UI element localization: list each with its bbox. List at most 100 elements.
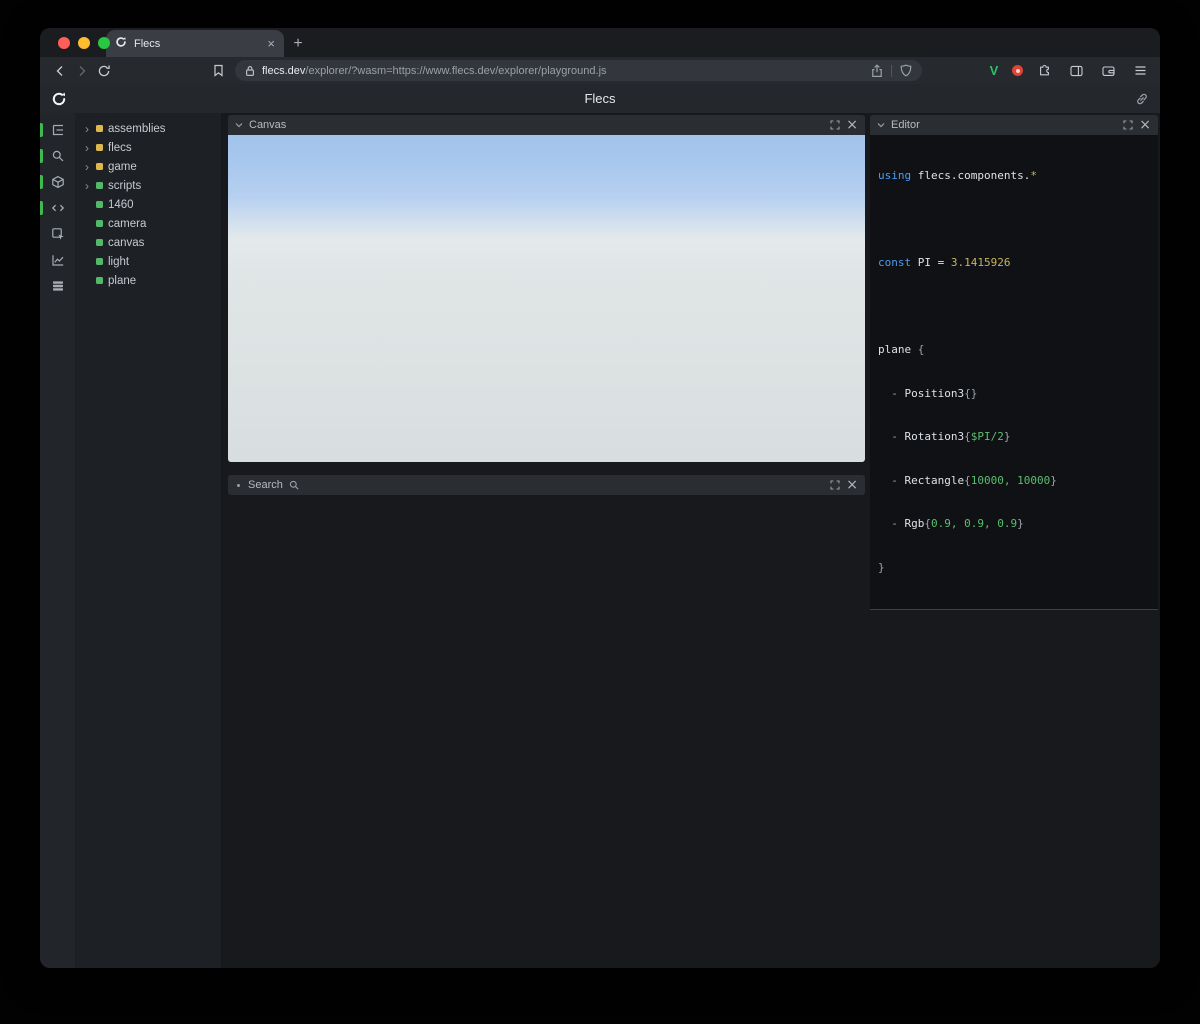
- entity-label: 1460: [108, 198, 134, 211]
- nav-inspector[interactable]: [40, 223, 75, 245]
- nav-code[interactable]: [40, 197, 75, 219]
- editor-panel: Editor × using flecs.components.* const …: [870, 115, 1158, 610]
- tree-item-scripts[interactable]: › scripts: [75, 176, 221, 195]
- close-icon[interactable]: ×: [846, 478, 858, 492]
- maximize-window-button[interactable]: [98, 37, 110, 49]
- nav-search[interactable]: [40, 145, 75, 167]
- browser-window: Flecs × + flecs.dev/explorer/?wasm=https…: [40, 28, 1160, 968]
- browser-tab[interactable]: Flecs ×: [106, 30, 284, 57]
- tab-title: Flecs: [134, 37, 161, 50]
- entity-color-square: [96, 239, 103, 246]
- cube-icon: [51, 175, 64, 189]
- collapsed-bullet-icon[interactable]: [237, 483, 240, 487]
- minimize-window-button[interactable]: [78, 37, 90, 49]
- brave-shield-icon[interactable]: [900, 64, 912, 77]
- app-header: Flecs: [40, 84, 1160, 113]
- app-body: › assemblies › flecs › game › scripts 14…: [40, 113, 1160, 968]
- back-button[interactable]: [49, 60, 71, 82]
- share-icon[interactable]: [871, 63, 883, 78]
- chart-icon: [51, 255, 63, 266]
- active-indicator: [40, 123, 43, 137]
- search-panel-title: Search: [248, 479, 283, 491]
- search-icon: [52, 150, 63, 162]
- entity-label: camera: [108, 217, 147, 230]
- editor-panel-header[interactable]: Editor ×: [870, 115, 1158, 135]
- code-line: plane {: [878, 343, 925, 356]
- tree-item-1460[interactable]: 1460: [75, 195, 221, 214]
- active-indicator: [40, 149, 43, 163]
- nav-entity-tree[interactable]: [40, 119, 75, 141]
- forward-button[interactable]: [71, 60, 93, 82]
- entity-color-square: [96, 182, 103, 189]
- expand-arrow-icon[interactable]: ›: [83, 180, 91, 192]
- expand-arrow-icon[interactable]: ›: [83, 123, 91, 135]
- canvas-panel: Canvas ×: [228, 115, 865, 462]
- nav-stats[interactable]: [40, 249, 75, 271]
- tab-close-icon[interactable]: ×: [267, 37, 275, 50]
- close-window-button[interactable]: [58, 37, 70, 49]
- close-icon[interactable]: ×: [846, 118, 858, 132]
- active-indicator: [40, 175, 43, 189]
- share-link-icon[interactable]: [1135, 92, 1149, 106]
- lock-icon[interactable]: [245, 65, 255, 77]
- bookmark-icon[interactable]: [207, 60, 229, 82]
- tree-item-flecs[interactable]: › flecs: [75, 138, 221, 157]
- page-title: Flecs: [584, 91, 616, 106]
- fullscreen-icon[interactable]: [830, 480, 840, 490]
- chevron-down-icon[interactable]: [877, 122, 885, 128]
- entity-label: light: [108, 255, 130, 268]
- entity-label: scripts: [108, 179, 142, 192]
- side-panel-icon[interactable]: [1065, 60, 1087, 82]
- extension-v-icon[interactable]: V: [986, 63, 1002, 78]
- fullscreen-icon[interactable]: [830, 120, 840, 130]
- entity-label: plane: [108, 274, 137, 287]
- new-tab-button[interactable]: +: [284, 30, 312, 57]
- search-panel: Search ×: [228, 475, 865, 495]
- entity-color-square: [96, 258, 103, 265]
- tree-item-assemblies[interactable]: › assemblies: [75, 119, 221, 138]
- url-text[interactable]: flecs.dev/explorer/?wasm=https://www.fle…: [262, 65, 864, 77]
- reload-button[interactable]: [93, 60, 115, 82]
- entity-label: game: [108, 160, 137, 173]
- search-panel-header[interactable]: Search ×: [228, 475, 865, 495]
- close-icon[interactable]: ×: [1139, 118, 1151, 132]
- tree-item-game[interactable]: › game: [75, 157, 221, 176]
- inspector-cursor-icon: [51, 228, 64, 240]
- browser-toolbar: flecs.dev/explorer/?wasm=https://www.fle…: [40, 57, 1160, 84]
- tree-item-camera[interactable]: camera: [75, 214, 221, 233]
- code-icon: [51, 204, 64, 212]
- editor-panel-title: Editor: [891, 119, 920, 131]
- menu-hamburger-icon[interactable]: [1129, 60, 1151, 82]
- code-line: const PI = 3.1415926: [878, 256, 1011, 269]
- expand-arrow-icon[interactable]: ›: [83, 142, 91, 154]
- nav-queries[interactable]: [40, 275, 75, 297]
- canvas-panel-header[interactable]: Canvas ×: [228, 115, 865, 135]
- main-content: Canvas × Search ×: [221, 113, 870, 968]
- code-line: - Rectangle{10000, 10000}: [878, 473, 1057, 487]
- tree-item-light[interactable]: light: [75, 252, 221, 271]
- entity-color-square: [96, 125, 103, 132]
- url-bar[interactable]: flecs.dev/explorer/?wasm=https://www.fle…: [235, 60, 922, 81]
- extension-red-icon[interactable]: [1012, 65, 1023, 76]
- code-line: using flecs.components.*: [878, 169, 1037, 182]
- entity-tree-panel: › assemblies › flecs › game › scripts 14…: [75, 113, 221, 968]
- chevron-down-icon[interactable]: [235, 122, 243, 128]
- hierarchy-icon: [52, 124, 63, 136]
- search-icon: [289, 480, 299, 490]
- entity-color-square: [96, 201, 103, 208]
- tree-item-canvas[interactable]: canvas: [75, 233, 221, 252]
- entity-label: assemblies: [108, 122, 166, 135]
- entity-color-square: [96, 220, 103, 227]
- canvas-3d-viewport[interactable]: [228, 135, 865, 462]
- urlbar-divider: [891, 64, 892, 77]
- code-line: }: [878, 560, 885, 574]
- code-line: - Rotation3{$PI/2}: [878, 430, 1011, 443]
- wallet-icon[interactable]: [1097, 60, 1119, 82]
- nav-entities[interactable]: [40, 171, 75, 193]
- extensions-puzzle-icon[interactable]: [1033, 60, 1055, 82]
- tree-item-plane[interactable]: plane: [75, 271, 221, 290]
- fullscreen-icon[interactable]: [1123, 120, 1133, 130]
- expand-arrow-icon[interactable]: ›: [83, 161, 91, 173]
- code-editor[interactable]: using flecs.components.* const PI = 3.14…: [870, 135, 1158, 610]
